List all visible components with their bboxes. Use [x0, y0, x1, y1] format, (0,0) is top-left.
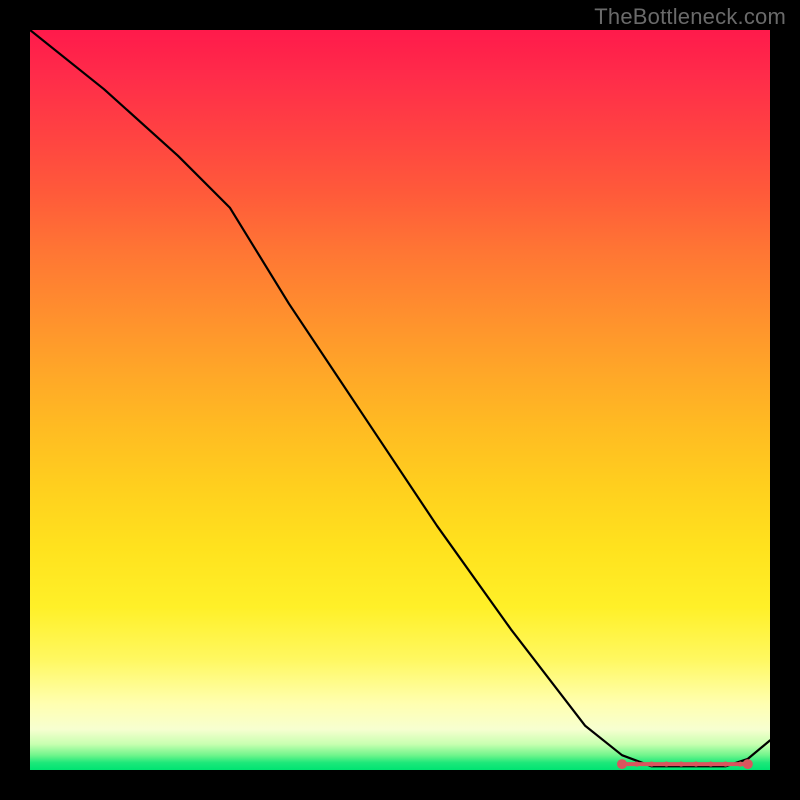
chart-overlay [30, 30, 770, 770]
chart-container: TheBottleneck.com [0, 0, 800, 800]
plot-area [30, 30, 770, 770]
bottleneck-curve [30, 30, 770, 766]
watermark-text: TheBottleneck.com [594, 4, 786, 30]
